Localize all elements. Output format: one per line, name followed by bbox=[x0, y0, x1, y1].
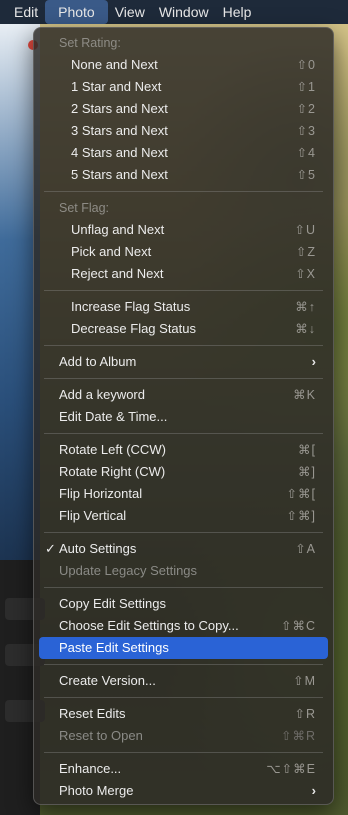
menu-separator bbox=[44, 532, 323, 533]
photo-menu: Set Rating: None and Next ⇧0 1 Star and N… bbox=[33, 27, 334, 805]
menubar-photo[interactable]: Photo bbox=[45, 0, 108, 24]
menu-separator bbox=[44, 752, 323, 753]
menubar-view[interactable]: View bbox=[108, 0, 152, 24]
menu-item-choose-edit-settings[interactable]: Choose Edit Settings to Copy... ⇧⌘C bbox=[39, 615, 328, 637]
menubar-window[interactable]: Window bbox=[152, 0, 216, 24]
menu-item-copy-edit-settings[interactable]: Copy Edit Settings bbox=[39, 593, 328, 615]
menu-item-add-a-keyword[interactable]: Add a keyword ⌘K bbox=[39, 384, 328, 406]
menu-item-flip-vertical[interactable]: Flip Vertical ⇧⌘] bbox=[39, 505, 328, 527]
menu-item-unflag-and-next[interactable]: Unflag and Next ⇧U bbox=[39, 219, 328, 241]
menu-item-reject-and-next[interactable]: Reject and Next ⇧X bbox=[39, 263, 328, 285]
menubar-help[interactable]: Help bbox=[216, 0, 259, 24]
menu-item-auto-settings[interactable]: ✓ Auto Settings ⇧A bbox=[39, 538, 328, 560]
checkmark-icon: ✓ bbox=[45, 541, 56, 556]
menu-separator bbox=[44, 290, 323, 291]
menu-separator bbox=[44, 191, 323, 192]
menubar-edit[interactable]: Edit bbox=[0, 0, 45, 24]
menu-item-update-legacy-settings: Update Legacy Settings bbox=[59, 563, 198, 578]
menu-item-decrease-flag-status[interactable]: Decrease Flag Status ⌘↓ bbox=[39, 318, 328, 340]
chevron-right-icon: › bbox=[311, 783, 316, 798]
menu-item-photo-merge[interactable]: Photo Merge › bbox=[39, 780, 328, 802]
menu-separator bbox=[44, 433, 323, 434]
menu-item-3-stars-and-next[interactable]: 3 Stars and Next ⇧3 bbox=[39, 120, 328, 142]
menu-item-increase-flag-status[interactable]: Increase Flag Status ⌘↑ bbox=[39, 296, 328, 318]
menu-item-4-stars-and-next[interactable]: 4 Stars and Next ⇧4 bbox=[39, 142, 328, 164]
menu-item-reset-to-open: Reset to Open ⇧⌘R bbox=[59, 728, 316, 743]
set-flag-header: Set Flag: bbox=[59, 201, 110, 215]
menu-separator bbox=[44, 378, 323, 379]
menu-item-paste-edit-settings[interactable]: Paste Edit Settings bbox=[39, 637, 328, 659]
menu-item-enhance[interactable]: Enhance... ⌥⇧⌘E bbox=[39, 758, 328, 780]
menu-item-flip-horizontal[interactable]: Flip Horizontal ⇧⌘[ bbox=[39, 483, 328, 505]
menu-item-5-stars-and-next[interactable]: 5 Stars and Next ⇧5 bbox=[39, 164, 328, 186]
menu-item-1-star-and-next[interactable]: 1 Star and Next ⇧1 bbox=[39, 76, 328, 98]
menu-item-rotate-right[interactable]: Rotate Right (CW) ⌘] bbox=[39, 461, 328, 483]
menu-bar: Edit Photo View Window Help bbox=[0, 0, 348, 24]
menu-separator bbox=[44, 345, 323, 346]
menu-item-create-version[interactable]: Create Version... ⇧M bbox=[39, 670, 328, 692]
chevron-right-icon: › bbox=[311, 354, 316, 369]
menu-item-pick-and-next[interactable]: Pick and Next ⇧Z bbox=[39, 241, 328, 263]
menu-separator bbox=[44, 664, 323, 665]
set-rating-header: Set Rating: bbox=[59, 36, 121, 50]
menu-item-none-and-next[interactable]: None and Next ⇧0 bbox=[39, 54, 328, 76]
menu-item-edit-date-time[interactable]: Edit Date & Time... bbox=[39, 406, 328, 428]
menu-item-add-to-album[interactable]: Add to Album › bbox=[39, 351, 328, 373]
menu-item-rotate-left[interactable]: Rotate Left (CCW) ⌘[ bbox=[39, 439, 328, 461]
menu-separator bbox=[44, 587, 323, 588]
menu-separator bbox=[44, 697, 323, 698]
menu-item-reset-edits[interactable]: Reset Edits ⇧R bbox=[39, 703, 328, 725]
menu-item-2-stars-and-next[interactable]: 2 Stars and Next ⇧2 bbox=[39, 98, 328, 120]
